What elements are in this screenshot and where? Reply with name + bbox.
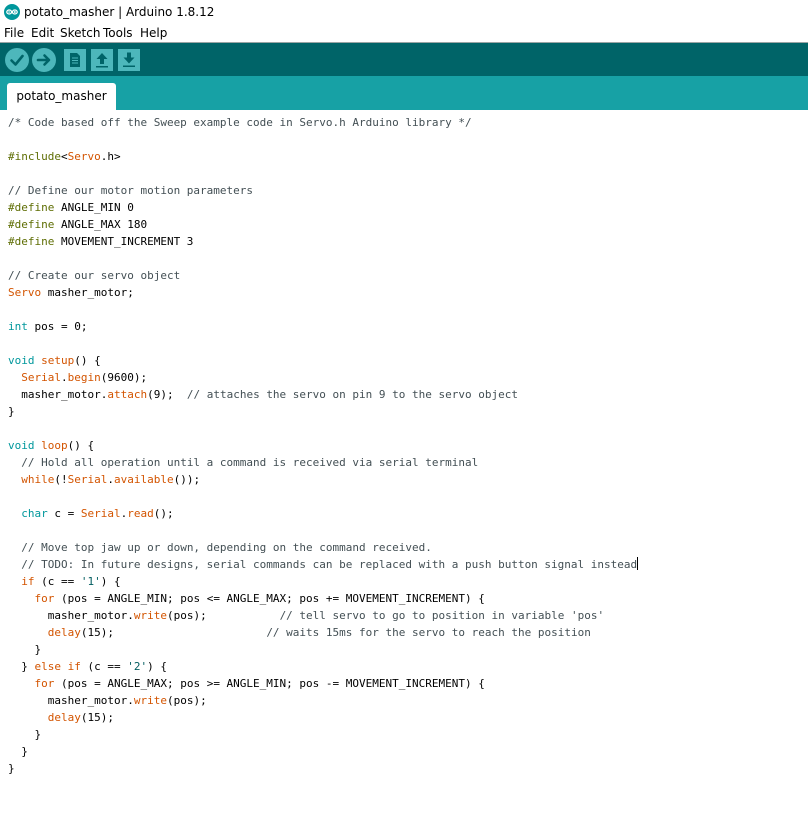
code-line: } bbox=[8, 762, 15, 775]
code-line: Serial.begin(9600); bbox=[21, 371, 148, 384]
code-line: for (pos = ANGLE_MAX; pos >= ANGLE_MIN; … bbox=[34, 677, 485, 690]
code-line: masher_motor.write(pos); // tell servo t… bbox=[8, 609, 605, 622]
text-caret bbox=[637, 557, 639, 570]
code-line: /* Code based off the Sweep example code… bbox=[8, 116, 472, 129]
code-line: // Create our servo object bbox=[8, 269, 181, 282]
code-line: #include<Servo.h> bbox=[8, 150, 121, 163]
code-line: #define ANGLE_MIN 0 bbox=[8, 201, 134, 214]
code-line: } bbox=[8, 643, 42, 656]
save-button[interactable] bbox=[118, 49, 140, 71]
tab-label: potato_masher bbox=[16, 89, 107, 103]
code-line: char c = Serial.read(); bbox=[21, 507, 174, 520]
code-editor[interactable]: /* Code based off the Sweep example code… bbox=[0, 110, 808, 824]
code-line: // TODO: In future designs, serial comma… bbox=[21, 557, 639, 571]
title-bar: potato_masher | Arduino 1.8.12 bbox=[0, 0, 808, 24]
code-line: // Hold all operation until a command is… bbox=[21, 456, 479, 469]
upload-button[interactable] bbox=[32, 48, 56, 72]
verify-button[interactable] bbox=[5, 48, 29, 72]
code-line: } bbox=[8, 745, 28, 758]
code-line: // Move top jaw up or down, depending on… bbox=[21, 541, 432, 554]
code-line: #define ANGLE_MAX 180 bbox=[8, 218, 148, 231]
code-line: // Define our motor motion parameters bbox=[8, 184, 254, 197]
menu-sketch[interactable]: Sketch bbox=[60, 25, 100, 41]
open-button[interactable] bbox=[91, 49, 113, 71]
window-title: potato_masher | Arduino 1.8.12 bbox=[24, 5, 215, 19]
document-icon bbox=[70, 53, 80, 67]
menu-bar: File Edit Sketch Tools Help bbox=[0, 24, 808, 43]
arduino-logo-icon bbox=[4, 4, 20, 20]
code-line: masher_motor.attach(9); // attaches the … bbox=[8, 388, 518, 401]
code-text: /* Code based off the Sweep example code… bbox=[8, 114, 639, 777]
code-line: masher_motor.write(pos); bbox=[8, 694, 207, 707]
new-button[interactable] bbox=[64, 49, 86, 71]
menu-edit[interactable]: Edit bbox=[31, 25, 54, 41]
code-line: } bbox=[8, 405, 15, 418]
tab-potato-masher[interactable]: potato_masher bbox=[7, 83, 116, 110]
tab-bar: potato_masher bbox=[0, 76, 808, 110]
code-line: } bbox=[8, 728, 42, 741]
menu-help[interactable]: Help bbox=[140, 25, 167, 41]
code-line: delay(15); bbox=[47, 711, 114, 724]
code-line: int pos = 0; bbox=[8, 320, 88, 333]
code-line: void setup() { bbox=[8, 354, 101, 367]
code-line: if (c == '1') { bbox=[21, 575, 121, 588]
code-line: #define MOVEMENT_INCREMENT 3 bbox=[8, 235, 194, 248]
code-line: Servo masher_motor; bbox=[8, 286, 134, 299]
menu-file[interactable]: File bbox=[4, 25, 24, 41]
code-line: void loop() { bbox=[8, 439, 95, 452]
toolbar bbox=[0, 43, 808, 76]
code-line: delay(15); // waits 15ms for the servo t… bbox=[47, 626, 591, 639]
menu-tools[interactable]: Tools bbox=[103, 25, 133, 41]
code-line: for (pos = ANGLE_MIN; pos <= ANGLE_MAX; … bbox=[34, 592, 485, 605]
code-line: while(!Serial.available()); bbox=[21, 473, 201, 486]
code-line: } else if (c == '2') { bbox=[8, 660, 167, 673]
